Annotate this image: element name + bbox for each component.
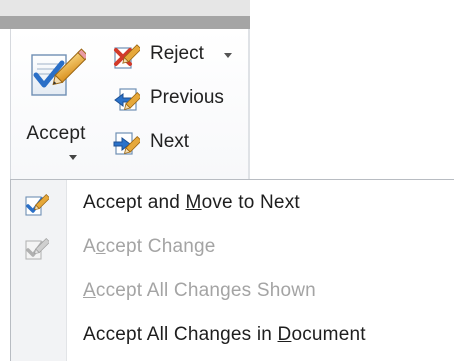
menu-item-label: Accept All Changes in Document [83, 324, 366, 345]
previous-label: Previous [150, 87, 224, 108]
previous-button[interactable]: Previous [112, 84, 242, 114]
menu-item-accept-all-changes-shown[interactable]: Accept All Changes Shown [11, 270, 454, 314]
ribbon-top-strip [0, 0, 250, 16]
reject-label: Reject [150, 43, 204, 64]
next-change-icon [113, 132, 140, 155]
next-label: Next [150, 131, 190, 152]
accept-check-icon [25, 194, 49, 216]
menu-item-accept-change[interactable]: Accept Change [11, 226, 454, 270]
previous-change-icon [114, 88, 140, 111]
accept-dropdown-menu: Accept and Move to Next Accept Change Ac… [10, 179, 454, 361]
reject-document-icon [114, 44, 140, 69]
accept-check-icon [25, 238, 49, 260]
accept-label: Accept [26, 123, 86, 144]
reject-dropdown-arrow-icon[interactable] [224, 53, 232, 58]
reject-button[interactable]: Reject [112, 40, 242, 70]
menu-item-accept-and-move-to-next[interactable]: Accept and Move to Next [11, 182, 454, 226]
accept-dropdown-arrow-icon[interactable] [69, 155, 77, 160]
menu-item-accept-all-changes-in-document[interactable]: Accept All Changes in Document [11, 314, 454, 358]
next-button[interactable]: Next [112, 128, 242, 158]
accept-split-button[interactable]: Accept [14, 37, 98, 171]
menu-item-label: Accept and Move to Next [83, 192, 300, 213]
ribbon-group-border [0, 16, 250, 29]
menu-item-label: Accept All Changes Shown [83, 280, 316, 301]
menu-item-label: Accept Change [83, 236, 216, 257]
accept-document-icon [31, 48, 86, 96]
changes-ribbon-group: Accept Reject Previous Next [0, 29, 250, 179]
